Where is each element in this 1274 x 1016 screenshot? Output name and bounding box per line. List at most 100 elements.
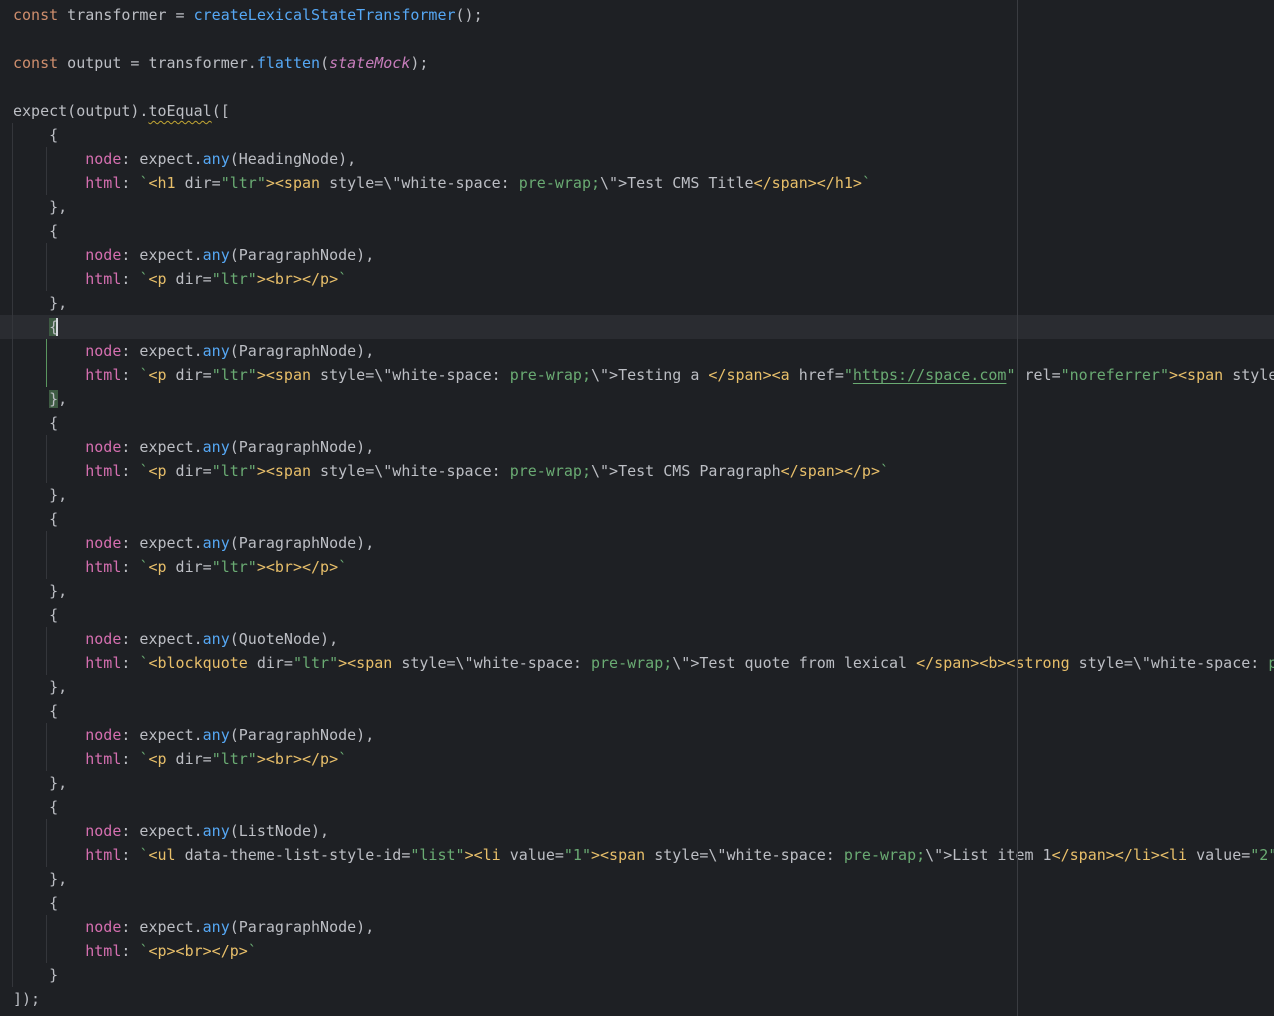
token-id: (ListNode), xyxy=(230,822,329,840)
code-line[interactable]: node: expect.any(ParagraphNode), xyxy=(0,723,1274,747)
code-line[interactable] xyxy=(0,75,1274,99)
token-fn: any xyxy=(203,342,230,360)
token-str: "ltr" xyxy=(212,366,257,384)
code-line[interactable]: const output = transformer.flatten(state… xyxy=(0,51,1274,75)
code-line[interactable]: html: `<p><br></p>` xyxy=(0,939,1274,963)
token-id: { xyxy=(13,222,58,240)
token-id: : xyxy=(121,462,139,480)
code-line[interactable]: html: `<blockquote dir="ltr"><span style… xyxy=(0,651,1274,675)
token-id xyxy=(13,846,85,864)
code-line[interactable]: html: `<p dir="ltr"><br></p>` xyxy=(0,555,1274,579)
token-id: { xyxy=(13,798,58,816)
code-line[interactable]: const transformer = createLexicalStateTr… xyxy=(0,3,1274,27)
code-line[interactable]: html: `<p dir="ltr"><span style=\"white-… xyxy=(0,459,1274,483)
code-line[interactable]: ]); xyxy=(0,987,1274,1011)
token-id: : expect. xyxy=(121,726,202,744)
token-prop: node xyxy=(85,822,121,840)
token-tag: ><br></p> xyxy=(257,270,338,288)
token-id: : xyxy=(121,270,139,288)
token-prop: node xyxy=(85,534,121,552)
code-line[interactable]: }, xyxy=(0,195,1274,219)
code-line-current[interactable]: { xyxy=(0,315,1274,339)
code-line[interactable]: } xyxy=(0,963,1274,987)
token-fn: any xyxy=(203,150,230,168)
token-id: }, xyxy=(13,198,67,216)
code-line[interactable]: { xyxy=(0,603,1274,627)
token-tag: <p xyxy=(148,366,166,384)
code-line[interactable]: { xyxy=(0,507,1274,531)
token-tag: ><span xyxy=(257,366,311,384)
token-id: : expect. xyxy=(121,150,202,168)
code-line[interactable]: expect(output).toEqual([ xyxy=(0,99,1274,123)
code-line[interactable]: html: `<ul data-theme-list-style-id="lis… xyxy=(0,843,1274,867)
token-fn: any xyxy=(203,918,230,936)
token-id: : xyxy=(121,366,139,384)
token-id: }, xyxy=(13,678,67,696)
code-line[interactable]: { xyxy=(0,123,1274,147)
token-id: expect(output). xyxy=(13,102,148,120)
token-id: value= xyxy=(1187,846,1250,864)
hard-wrap-guide xyxy=(1017,0,1018,1016)
token-tag: ><br></p> xyxy=(257,558,338,576)
token-link: https://space.com xyxy=(853,366,1007,384)
token-id: : expect. xyxy=(121,534,202,552)
token-tag: <p xyxy=(148,750,166,768)
code-line[interactable]: node: expect.any(ParagraphNode), xyxy=(0,339,1274,363)
code-line[interactable]: { xyxy=(0,219,1274,243)
token-id: ([ xyxy=(212,102,230,120)
token-kw: const xyxy=(13,54,58,72)
token-str: "ltr" xyxy=(293,654,338,672)
code-line[interactable]: }, xyxy=(0,291,1274,315)
token-id: ]); xyxy=(13,990,40,1008)
code-line[interactable]: node: expect.any(HeadingNode), xyxy=(0,147,1274,171)
token-id: : expect. xyxy=(121,438,202,456)
code-line[interactable]: html: `<p dir="ltr"><span style=\"white-… xyxy=(0,363,1274,387)
token-id xyxy=(13,318,49,336)
code-line[interactable]: node: expect.any(ParagraphNode), xyxy=(0,243,1274,267)
token-id: (QuoteNode), xyxy=(230,630,338,648)
code-line[interactable]: { xyxy=(0,411,1274,435)
code-line[interactable]: node: expect.any(ParagraphNode), xyxy=(0,435,1274,459)
token-str: pre-wrap; xyxy=(519,174,600,192)
token-tag: </span><a xyxy=(708,366,789,384)
code-line[interactable]: html: `<p dir="ltr"><br></p>` xyxy=(0,747,1274,771)
code-editor[interactable]: const transformer = createLexicalStateTr… xyxy=(0,0,1274,1016)
token-tag: ><span xyxy=(1169,366,1223,384)
code-line[interactable]: }, xyxy=(0,579,1274,603)
token-tag: ><span xyxy=(266,174,320,192)
code-line[interactable]: }, xyxy=(0,771,1274,795)
token-prop: node xyxy=(85,630,121,648)
code-line[interactable]: node: expect.any(ParagraphNode), xyxy=(0,531,1274,555)
token-str: ` xyxy=(338,558,347,576)
code-line[interactable]: html: `<h1 dir="ltr"><span style=\"white… xyxy=(0,171,1274,195)
code-line[interactable]: node: expect.any(ListNode), xyxy=(0,819,1274,843)
code-line[interactable]: { xyxy=(0,699,1274,723)
token-id: (HeadingNode), xyxy=(230,150,356,168)
token-id: : expect. xyxy=(121,342,202,360)
token-id: : xyxy=(121,942,139,960)
code-line[interactable]: html: `<p dir="ltr"><br></p>` xyxy=(0,267,1274,291)
token-id: (ParagraphNode), xyxy=(230,918,375,936)
token-str: "1" xyxy=(564,846,591,864)
code-line[interactable]: { xyxy=(0,795,1274,819)
token-id: (ParagraphNode), xyxy=(230,438,375,456)
code-line[interactable]: }, xyxy=(0,675,1274,699)
code-line[interactable]: { xyxy=(0,891,1274,915)
code-line[interactable]: }, xyxy=(0,867,1274,891)
token-prop: html xyxy=(85,558,121,576)
token-id: ( xyxy=(320,54,329,72)
token-id: data-theme-list-style-id= xyxy=(176,846,411,864)
code-line[interactable]: node: expect.any(QuoteNode), xyxy=(0,627,1274,651)
token-str: "ltr" xyxy=(212,270,257,288)
token-id: dir= xyxy=(167,366,212,384)
code-line[interactable]: }, xyxy=(0,483,1274,507)
token-str: pre-wrap; xyxy=(591,654,672,672)
token-id: \">Test quote from lexical xyxy=(672,654,916,672)
token-str: pre-wrap; xyxy=(510,366,591,384)
code-line[interactable]: }, xyxy=(0,387,1274,411)
token-tag: ><span xyxy=(338,654,392,672)
code-line[interactable]: node: expect.any(ParagraphNode), xyxy=(0,915,1274,939)
code-line[interactable] xyxy=(0,27,1274,51)
token-prop: node xyxy=(85,246,121,264)
token-id: (ParagraphNode), xyxy=(230,726,375,744)
